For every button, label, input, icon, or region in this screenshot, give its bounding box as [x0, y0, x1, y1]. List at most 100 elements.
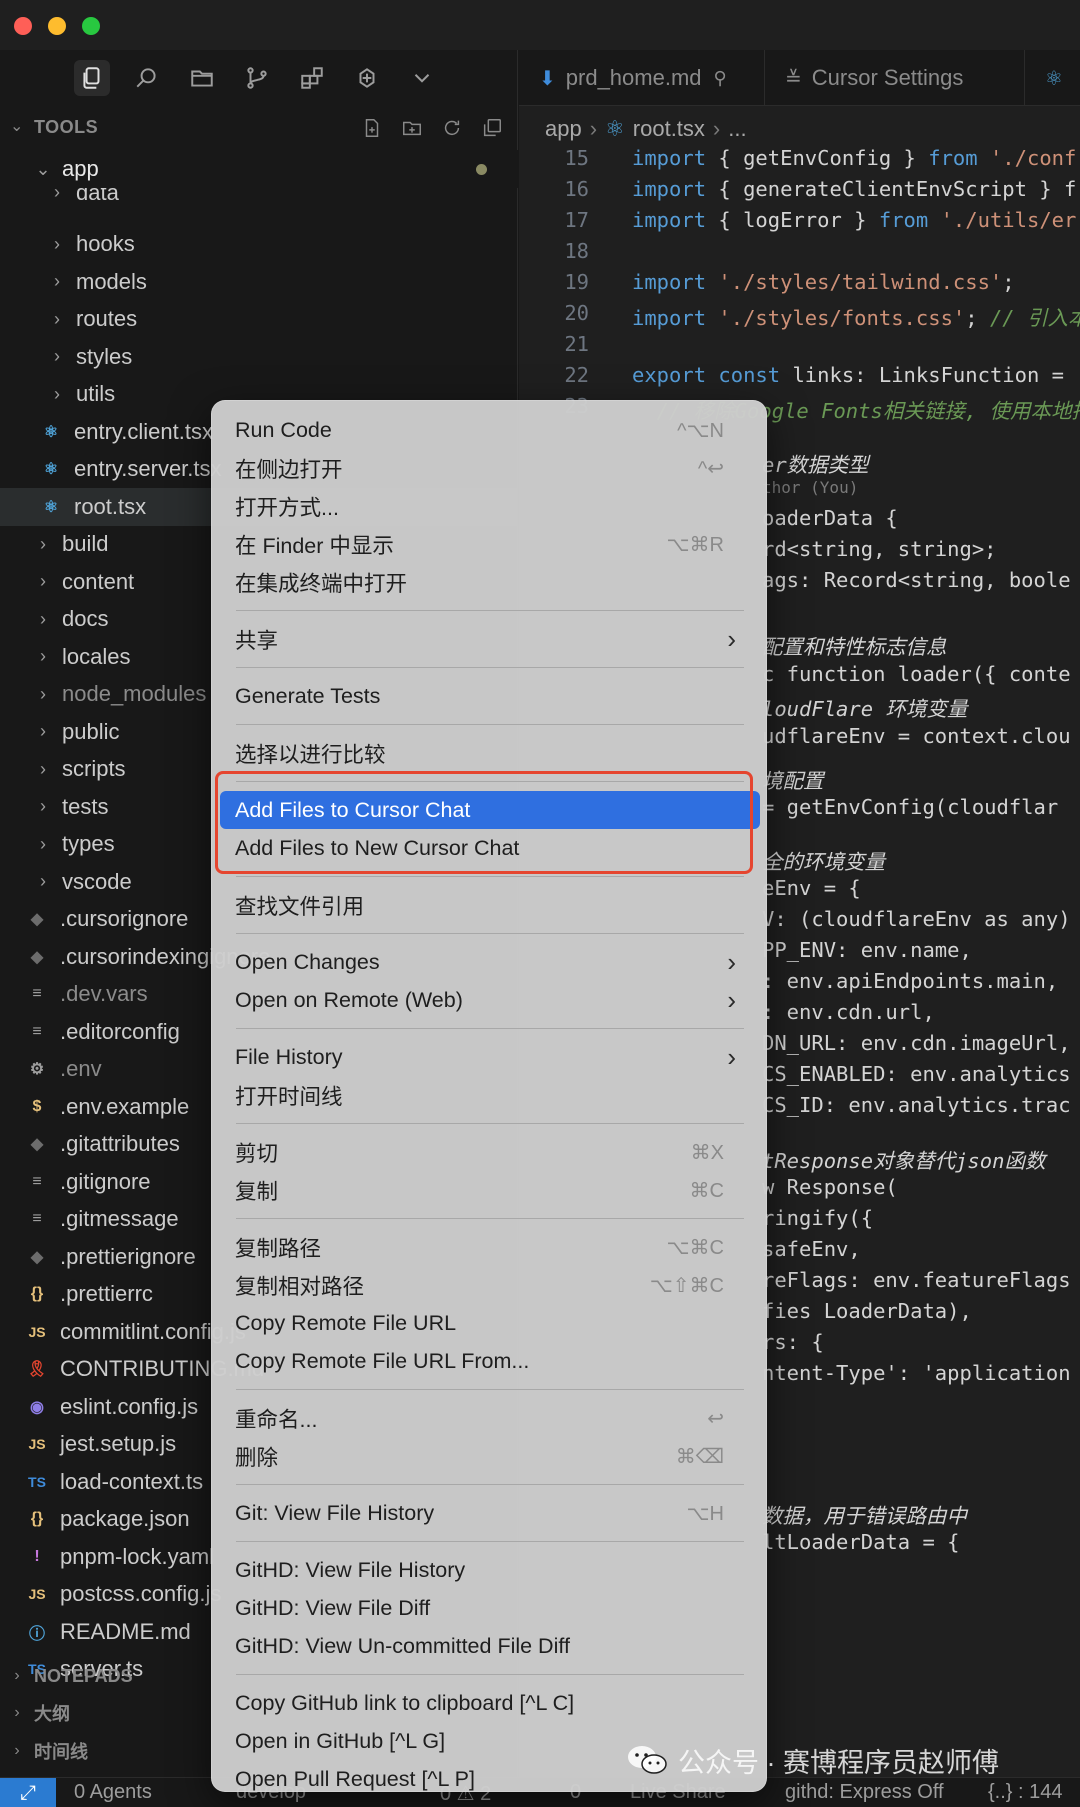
tree-item-label: models [76, 268, 147, 294]
tab-react-file[interactable]: ⚛ [1025, 50, 1080, 106]
chevron-right-icon: › [727, 624, 736, 654]
menu-item-label: Add Files to Cursor Chat [235, 797, 471, 822]
tree-item-label: entry.server.tsx [74, 456, 222, 481]
menu-item[interactable]: 复制相对路径 ⌥⇧⌘C [220, 1266, 760, 1304]
extensions-icon[interactable] [294, 60, 330, 96]
menu-item[interactable]: 选择以进行比较 [220, 734, 760, 772]
chevron-down-icon[interactable] [404, 60, 440, 96]
menu-item-label: 删除 [235, 1445, 279, 1470]
menu-item[interactable]: GitHD: View Un-committed File Diff [220, 1627, 760, 1665]
status-githd[interactable]: githd: Express Off [785, 1781, 944, 1804]
tree-folder[interactable]: › hooks [0, 225, 518, 263]
code-text: import { logError } from './utils/er [632, 208, 1077, 232]
tree-folder[interactable]: ⌄ app [0, 150, 518, 188]
menu-item[interactable]: Copy GitHub link to clipboard [^L C] [220, 1684, 760, 1722]
zoom-window-button[interactable] [82, 17, 100, 35]
menu-item-label: 剪切 [235, 1141, 279, 1166]
menu-separator [236, 1217, 744, 1219]
source-control-icon[interactable] [239, 60, 275, 96]
new-folder-icon[interactable] [398, 114, 426, 142]
menu-item-label: 在侧边打开 [235, 457, 343, 482]
section-timeline-label: 时间线 [34, 1742, 88, 1762]
menu-separator [236, 1122, 744, 1124]
code-text: = getEnvConfig(cloudflar [762, 795, 1059, 819]
breadcrumb-item[interactable]: root.tsx [633, 116, 705, 142]
chevron-right-icon: › [54, 271, 60, 291]
menu-item[interactable]: Run Code ^⌥N [220, 411, 760, 449]
menu-item[interactable]: Copy Remote File URL [220, 1304, 760, 1342]
menu-item-label: 复制路径 [235, 1236, 322, 1261]
menu-item[interactable]: 在集成终端中打开 [220, 563, 760, 601]
menu-item-label: GitHD: View File Diff [235, 1595, 431, 1620]
dollar-icon: $ [32, 1097, 42, 1115]
search-icon[interactable] [129, 60, 165, 96]
menu-item[interactable]: Open Changes › [220, 943, 760, 981]
menu-item[interactable]: 在 Finder 中显示 ⌥⌘R [220, 525, 760, 563]
tab-cursor-settings[interactable]: ≚ Cursor Settings [765, 50, 1025, 106]
chevron-right-icon: › [40, 721, 46, 741]
code-text: : env.apiEndpoints.main, [762, 969, 1059, 993]
menu-item[interactable]: Copy Remote File URL From... [220, 1342, 760, 1380]
menu-item[interactable]: Git: View File History ⌥H [220, 1494, 760, 1532]
remote-icon[interactable]: ⤢ [0, 1778, 56, 1807]
menu-item-label: 重命名... [235, 1407, 318, 1432]
menu-item[interactable]: 共享 › [220, 620, 760, 658]
tree-item-label: postcss.config.js [60, 1581, 222, 1606]
status-braces[interactable]: {..} : 144 [988, 1781, 1063, 1804]
menu-item-label: Git: View File History [235, 1500, 435, 1525]
breadcrumb: app › ⚛ root.tsx › ... [545, 114, 747, 144]
tree-item-label: types [62, 831, 115, 856]
refresh-icon[interactable] [438, 114, 466, 142]
code-line: 21 [519, 332, 1080, 363]
explorer-icon[interactable] [74, 60, 110, 96]
menu-item[interactable]: 在侧边打开 ^↩ [220, 449, 760, 487]
menu-separator [236, 780, 744, 782]
debug-icon[interactable] [349, 60, 385, 96]
new-file-icon[interactable] [358, 114, 386, 142]
chevron-down-icon: ⌄ [35, 158, 51, 179]
tree-item-label: .env.example [60, 1093, 190, 1119]
line-number: 20 [564, 301, 589, 325]
menu-item[interactable]: File History › [220, 1038, 760, 1076]
menu-item[interactable]: Generate Tests [220, 677, 760, 715]
tab-prd-home[interactable]: ⬇ prd_home.md ⚲ [519, 50, 765, 106]
chevron-right-icon: › [40, 796, 46, 816]
menu-item[interactable]: 复制 ⌘C [220, 1171, 760, 1209]
menu-separator [236, 1027, 744, 1029]
close-window-button[interactable] [14, 17, 32, 35]
menu-item-shortcut: ⌘⌫ [675, 1445, 724, 1468]
menu-item[interactable]: 查找文件引用 [220, 886, 760, 924]
menu-item[interactable]: Open on Remote (Web) › [220, 981, 760, 1019]
pin-icon[interactable]: ⚲ [714, 68, 727, 89]
status-agents[interactable]: 0 Agents [74, 1781, 152, 1804]
tree-folder[interactable]: › styles [0, 338, 518, 376]
menu-item[interactable]: 删除 ⌘⌫ [220, 1437, 760, 1475]
menu-item[interactable]: 重命名... ↩ [220, 1399, 760, 1437]
code-text: w Response( [762, 1175, 898, 1199]
markdown-icon: ⬇ [539, 67, 556, 90]
minimize-window-button[interactable] [48, 17, 66, 35]
info-icon: ⓘ [28, 1625, 45, 1643]
tree-folder[interactable]: › models [0, 263, 518, 301]
watermark-text: 公众号 · 赛博程序员赵师傅 [678, 1747, 999, 1778]
menu-item[interactable]: 复制路径 ⌥⌘C [220, 1228, 760, 1266]
chevron-right-icon: › [727, 1042, 736, 1072]
explorer-section-header[interactable]: ⌄ TOOLS [0, 112, 518, 142]
menu-item-label: 复制相对路径 [235, 1274, 365, 1299]
menu-item[interactable]: Add Files to New Cursor Chat [220, 829, 760, 867]
breadcrumb-item[interactable]: app [545, 116, 582, 142]
menu-item[interactable]: Add Files to Cursor Chat [220, 791, 760, 829]
tree-item-label: .prettierignore [60, 1243, 196, 1269]
menu-item[interactable]: 剪切 ⌘X [220, 1133, 760, 1171]
menu-item[interactable]: GitHD: View File History [220, 1551, 760, 1589]
menu-item-label: 共享 [235, 628, 279, 653]
menu-item[interactable]: 打开方式... [220, 487, 760, 525]
menu-item[interactable]: GitHD: View File Diff [220, 1589, 760, 1627]
menu-item[interactable]: 打开时间线 [220, 1076, 760, 1114]
tree-folder[interactable]: › routes [0, 300, 518, 338]
collapse-all-icon[interactable] [478, 114, 506, 142]
watermark: 公众号 · 赛博程序员赵师傅 [626, 1740, 999, 1780]
text-file-icon: ≡ [32, 1210, 42, 1227]
folder-icon[interactable] [184, 60, 220, 96]
breadcrumb-item[interactable]: ... [728, 116, 746, 142]
